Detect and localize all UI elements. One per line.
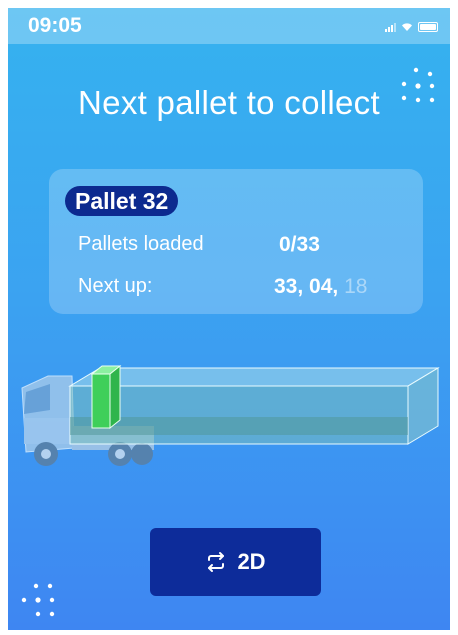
signal-icon: [385, 23, 396, 32]
pallet-badge: Pallet 32: [65, 186, 179, 216]
status-time: 09:05: [28, 14, 82, 37]
pallet-position-box: [90, 364, 122, 430]
pallets-loaded-label: Pallets loaded: [78, 233, 204, 255]
trailer-box: [68, 367, 440, 445]
pallets-loaded-value: 0/33: [279, 233, 320, 256]
status-bar: 09:05: [8, 8, 450, 44]
toggle-2d-label: 2D: [237, 549, 266, 574]
swap-arrows-icon: [208, 552, 225, 572]
next-up-item: 33,: [274, 275, 304, 298]
next-up-item: 04,: [309, 275, 339, 298]
app-screen: 09:05 Next pallet to collect Pallet 32 P…: [8, 8, 450, 630]
truck-trailer-illustration: [21, 364, 440, 466]
next-up-item: 18: [344, 275, 368, 298]
next-up-list: 33, 04, 18: [274, 275, 367, 299]
pallet-info-card: Pallet 32 Pallets loaded 0/33 Next up: 3…: [49, 169, 423, 314]
status-icons: [385, 20, 438, 32]
toggle-2d-button[interactable]: 2D: [150, 528, 321, 596]
wifi-icon: [402, 23, 412, 31]
battery-icon: [418, 22, 438, 32]
page-title: Next pallet to collect: [78, 84, 380, 121]
next-up-label: Next up:: [78, 275, 153, 297]
decorative-dots-icon: [21, 583, 55, 617]
